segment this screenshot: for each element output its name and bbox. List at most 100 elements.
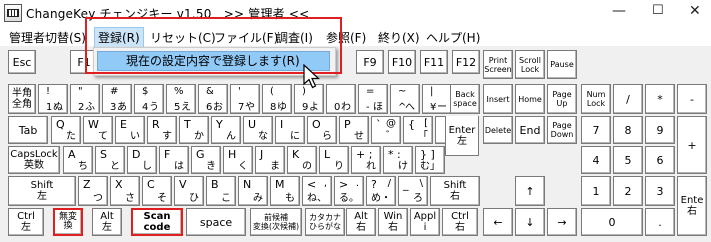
key-ctrl-left[interactable]: Ctrl 左 [8,208,44,236]
key-space[interactable]: space [186,208,246,236]
key-row4-1[interactable]: Sと [95,146,125,174]
key-row5-7[interactable]: <, ね、 [302,176,332,206]
key-insert[interactable]: Insert [483,84,513,114]
key-enter[interactable]: Enter 左 [445,116,479,156]
key-row5-0[interactable]: Zつ [78,176,108,206]
maximize-icon[interactable]: ☐ [652,3,664,18]
menu-admin-switch[interactable]: 管理者切替(S) [9,29,86,46]
key-row4-9[interactable]: + ; れ [351,146,381,174]
key-row2-10[interactable]: 0わ [326,84,356,114]
key-shift-left[interactable]: Shift 左 [8,176,76,206]
key-num8[interactable]: 8 [613,116,643,144]
key-capslock[interactable]: CapsLock 英数 [8,146,60,174]
key-num-slash[interactable]: / [613,84,643,114]
key-row4-0[interactable]: Aち [63,146,93,174]
key-row5-10[interactable]: _ \ ろ [398,176,428,206]
key-row5-6[interactable]: Mも [270,176,300,206]
key-win-right[interactable]: Win 右 [378,208,408,236]
key-row3-2[interactable]: Eい [115,116,145,144]
key-num-minus[interactable]: - [677,84,707,114]
key-row3-4[interactable]: Tか [179,116,209,144]
key-row4-6[interactable]: Jま [255,146,285,174]
key-scrolllock[interactable]: Scroll Lock [515,50,545,79]
key-row5-3[interactable]: Vひ [174,176,204,206]
key-row3-0[interactable]: Qた [51,116,81,144]
key-row3-5[interactable]: Yん [211,116,241,144]
key-row5-8[interactable]: >. る。 [334,176,364,206]
minimize-icon[interactable]: — [612,3,626,19]
key-row4-3[interactable]: Fは [159,146,189,174]
key-alt-left[interactable]: Alt 左 [92,208,122,236]
key-printscreen[interactable]: Print Screen [483,50,513,79]
key-alt-right[interactable]: Alt 右 [346,208,376,236]
key-row5-5[interactable]: Nみ [238,176,268,206]
key-num1[interactable]: 1 [581,176,611,206]
key-row2-7[interactable]: ' 7 や [230,84,260,114]
key-row2-5[interactable]: % 5 え [166,84,196,114]
key-row2-13[interactable]: | ¥ ー [422,84,452,114]
key-num0[interactable]: 0 [581,208,643,236]
key-num4[interactable]: 4 [581,146,611,174]
key-num3[interactable]: 3 [645,176,675,206]
key-pagedown[interactable]: Page Down [547,116,577,144]
key-num-plus[interactable]: + [677,116,707,174]
key-row3-7[interactable]: Iに [275,116,305,144]
menu-help[interactable]: ヘルプ(H) [426,29,480,46]
key-arrow-left[interactable]: ← [483,208,513,236]
key-row4-11[interactable]: } ] む」 [415,146,445,174]
key-f12[interactable]: F12 [452,50,480,74]
key-arrow-up[interactable]: ↑ [515,176,545,206]
key-num5[interactable]: 5 [613,146,643,174]
key-home[interactable]: Home [515,84,545,114]
key-num6[interactable]: 6 [645,146,675,174]
key-row3-8[interactable]: Oら [307,116,337,144]
menu-exit[interactable]: 終り(X) [378,29,420,46]
key-row2-6[interactable]: & 6 お [198,84,228,114]
key-row3-11[interactable]: {[「 [403,116,433,144]
key-num-dot[interactable]: . [645,208,675,236]
key-row2-1[interactable]: ! 1 ぬ [38,84,68,114]
key-num-enter[interactable]: Ente 右 [677,176,707,236]
key-row3-10[interactable]: ` @ ゛ [371,116,401,144]
key-row5-9[interactable]: ? / め・ [366,176,396,206]
key-row5-4[interactable]: Bこ [206,176,236,206]
key-row2-3[interactable]: #3 あ [102,84,132,114]
close-icon[interactable]: ✕ [689,3,701,19]
key-scancode[interactable]: Scan code [131,208,183,236]
key-row3-9[interactable]: Pせ [339,116,369,144]
key-f10[interactable]: F10 [388,50,416,74]
key-shift-right[interactable]: Shift 右 [430,176,480,206]
key-row2-2[interactable]: " 2 ふ [70,84,100,114]
key-row4-2[interactable]: Dし [127,146,157,174]
key-delete[interactable]: Delete [483,116,513,144]
key-muhenkan[interactable]: 無変換 [53,208,83,236]
key-app[interactable]: Appl i [410,208,440,236]
key-tab[interactable]: Tab [8,116,48,144]
key-num2[interactable]: 2 [613,176,643,206]
key-arrow-right[interactable]: → [547,208,577,236]
key-hankaku[interactable]: 半角 全角 [8,84,36,114]
key-henkan[interactable]: 前候補 変換(次候補) [250,208,302,236]
key-end[interactable]: End [515,116,545,144]
key-f11[interactable]: F11 [420,50,448,74]
key-row3-1[interactable]: Wて [83,116,113,144]
key-row2-11[interactable]: = - ほ [358,84,388,114]
key-num7[interactable]: 7 [581,116,611,144]
key-row4-5[interactable]: Hく [223,146,253,174]
key-row4-7[interactable]: Kの [287,146,317,174]
key-row3-3[interactable]: Rす [147,116,177,144]
key-row4-10[interactable]: * :け [383,146,413,174]
key-row4-8[interactable]: Lり [319,146,349,174]
key-pause[interactable]: Pause [547,50,577,79]
key-row5-1[interactable]: Xさ [110,176,140,206]
key-row2-8[interactable]: (8 ゆ [262,84,292,114]
key-esc[interactable]: Esc [8,50,36,74]
key-ctrl-right[interactable]: Ctrl 右 [442,208,478,236]
key-pageup[interactable]: Page Up [547,84,577,114]
key-arrow-down[interactable]: ↓ [515,208,545,236]
key-numlock[interactable]: Num Lock [581,84,611,114]
key-row5-2[interactable]: Cそ [142,176,172,206]
key-kana[interactable]: カタカナ ひらがな [305,208,345,236]
key-row2-12[interactable]: ~ ^ へ [390,84,420,114]
key-num9[interactable]: 9 [645,116,675,144]
